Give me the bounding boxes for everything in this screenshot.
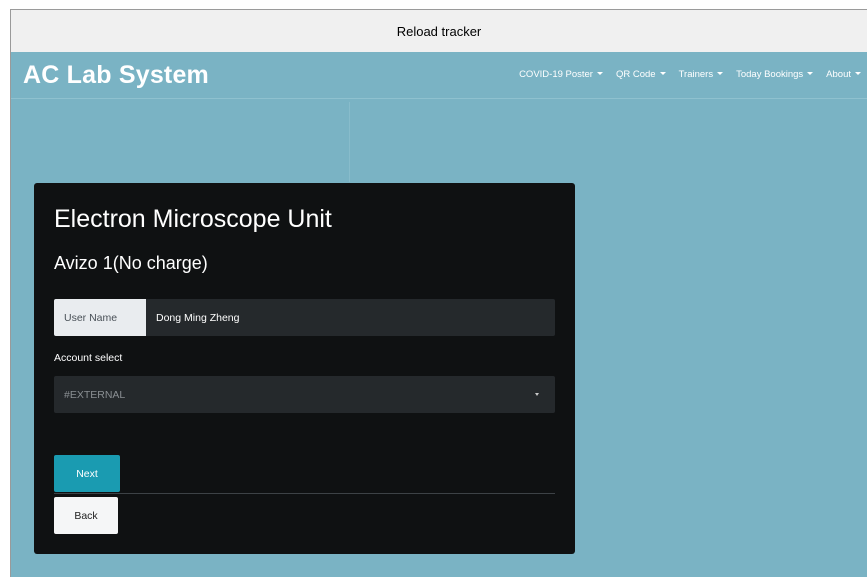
account-select-value: #EXTERNAL [64, 388, 126, 401]
account-select-label: Account select [54, 352, 123, 364]
chevron-down-icon [659, 72, 666, 75]
chevron-down-icon [717, 72, 724, 75]
nav-item-label: About [826, 69, 851, 80]
chevron-down-icon [535, 393, 539, 396]
instrument-title: Avizo 1(No charge) [54, 253, 208, 273]
nav-item-label: QR Code [615, 69, 656, 80]
nav-item-trainers[interactable]: Trainers [679, 69, 724, 80]
chevron-down-icon [855, 72, 861, 75]
divider [54, 493, 555, 494]
back-button[interactable]: Back [54, 497, 118, 534]
unit-title: Electron Microscope Unit [54, 205, 332, 233]
user-name-group: User Name Dong Ming Zheng [54, 299, 555, 336]
column-divider [349, 102, 350, 182]
account-select[interactable]: #EXTERNAL [54, 376, 555, 413]
window-titlebar: Reload tracker [11, 10, 867, 53]
nav-menu: COVID-19 Poster QR Code Trainers Today B… [506, 69, 861, 80]
nav-item-covid-poster[interactable]: COVID-19 Poster [519, 69, 603, 80]
nav-item-qr-code[interactable]: QR Code [616, 69, 666, 80]
nav-item-label: COVID-19 Poster [519, 69, 593, 80]
navbar: AC Lab System COVID-19 Poster QR Code Tr… [11, 52, 867, 99]
nav-item-label: Today Bookings [736, 69, 804, 80]
window-title: Reload tracker [396, 23, 482, 39]
user-name-label: User Name [54, 299, 146, 336]
brand-title[interactable]: AC Lab System [23, 61, 209, 90]
user-name-field[interactable]: Dong Ming Zheng [146, 299, 555, 336]
chevron-down-icon [807, 72, 814, 75]
nav-item-today-bookings[interactable]: Today Bookings [736, 69, 814, 80]
next-button[interactable]: Next [54, 455, 120, 492]
app-area: AC Lab System COVID-19 Poster QR Code Tr… [11, 52, 867, 577]
nav-item-about[interactable]: About [826, 69, 861, 80]
browser-frame: Reload tracker AC Lab System COVID-19 Po… [10, 9, 867, 577]
nav-item-label: Trainers [678, 69, 714, 80]
booking-card: Electron Microscope Unit Avizo 1(No char… [34, 183, 575, 554]
chevron-down-icon [596, 72, 603, 75]
